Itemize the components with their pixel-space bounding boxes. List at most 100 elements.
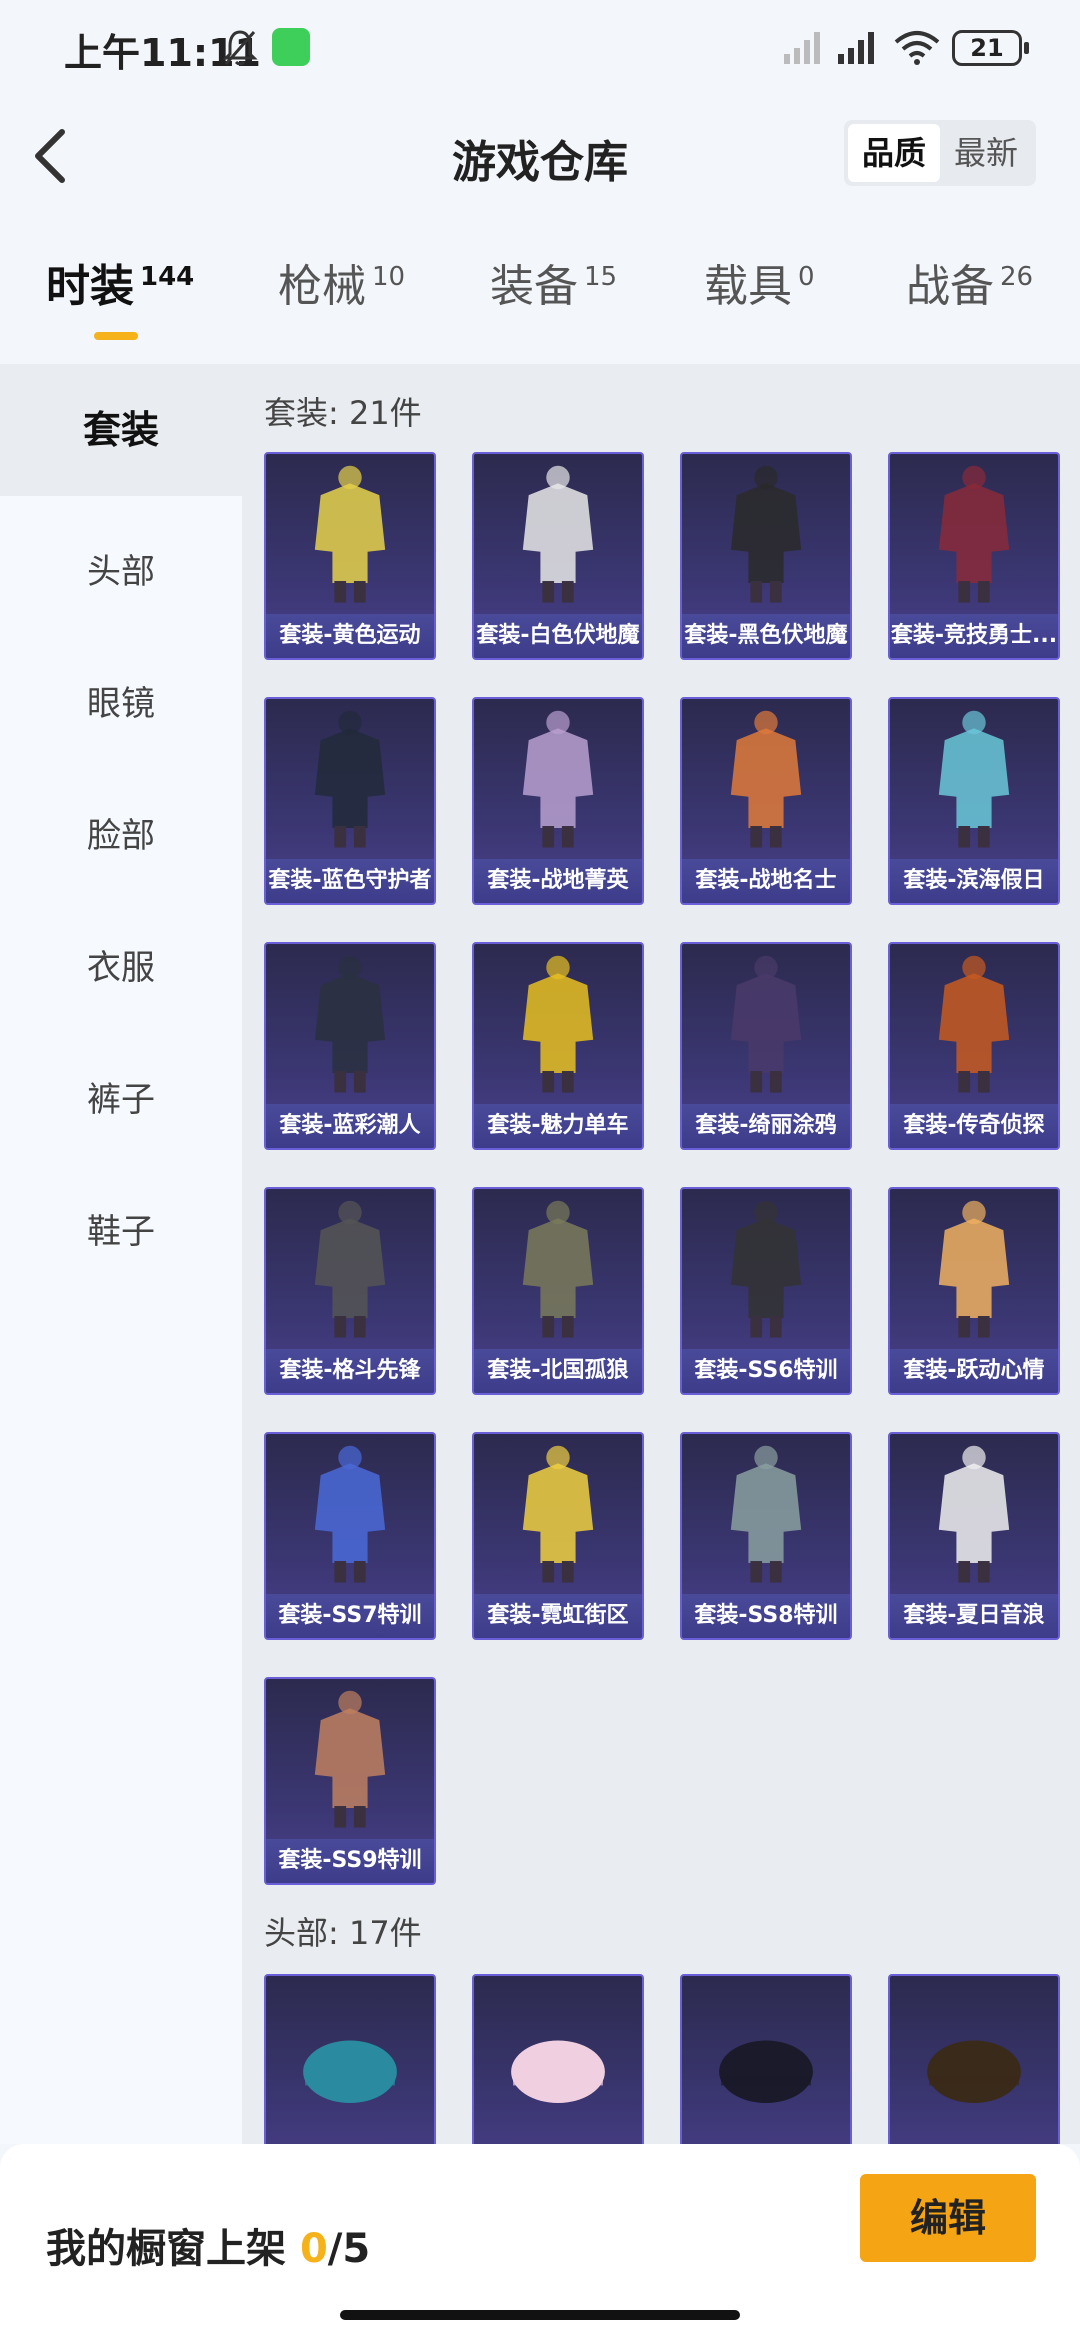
outfit-thumbnail-icon [938, 1200, 1010, 1338]
sidebar-item-shoes[interactable]: 鞋子 [0, 1204, 242, 1253]
item-card-label: 套装-SS8特训 [682, 1594, 850, 1638]
outfit-thumbnail-icon [730, 1200, 802, 1338]
outfit-thumbnail-icon [730, 1445, 802, 1583]
sidebar-item-pants[interactable]: 裤子 [0, 1072, 242, 1121]
sidebar: 套装 头部 眼镜 脸部 衣服 裤子 鞋子 [0, 364, 242, 2144]
sidebar-item-clothes[interactable]: 衣服 [0, 940, 242, 989]
item-card-label: 套装-夏日音浪 [890, 1594, 1058, 1638]
item-card[interactable]: 套装-滨海假日 [888, 697, 1060, 905]
item-card[interactable] [680, 1974, 852, 2144]
edit-button[interactable]: 编辑 [860, 2174, 1036, 2262]
sort-toggle: 品质 最新 [844, 120, 1036, 186]
item-card-label: 套装-蓝彩潮人 [266, 1104, 434, 1148]
tab-supplies[interactable]: 战备 26 [906, 250, 1033, 314]
tab-equipment[interactable]: 装备 15 [490, 250, 617, 314]
tab-label: 枪械 [278, 261, 366, 312]
signal-hd-icon [838, 32, 874, 64]
status-bar: 上午11:11 21 [0, 0, 1080, 96]
bell-off-icon [222, 30, 258, 66]
signal-icon [784, 32, 820, 64]
tab-vehicles[interactable]: 载具 0 [704, 250, 815, 314]
headwear-thumbnail-icon [927, 2040, 1021, 2104]
item-card[interactable]: 套装-绮丽涂鸦 [680, 942, 852, 1150]
item-card-label: 套装-霓虹街区 [474, 1594, 642, 1638]
tab-guns[interactable]: 枪械 10 [278, 250, 405, 314]
item-card[interactable]: 套装-跃动心情 [888, 1187, 1060, 1395]
item-card[interactable]: 套装-魅力单车 [472, 942, 644, 1150]
outfit-thumbnail-icon [938, 710, 1010, 848]
item-card[interactable]: 套装-北国孤狼 [472, 1187, 644, 1395]
home-indicator[interactable] [340, 2310, 740, 2320]
outfit-thumbnail-icon [314, 465, 386, 603]
category-tabs: 时装 144 枪械 10 装备 15 载具 0 战备 26 [0, 250, 1080, 362]
tab-fashion[interactable]: 时装 144 [46, 250, 194, 314]
item-card[interactable]: 套装-黑色伏地魔 [680, 452, 852, 660]
item-grid: 套装: 21件 头部: 17件 套装-黄色运动 套装-白色伏地魔 套装-黑色伏地魔套… [242, 364, 1080, 2144]
item-card-label: 套装-跃动心情 [890, 1349, 1058, 1393]
header: 游戏仓库 品质 最新 [0, 96, 1080, 216]
headwear-thumbnail-icon [303, 2040, 397, 2104]
tab-label: 载具 [704, 261, 792, 312]
item-card[interactable] [264, 1974, 436, 2144]
item-card[interactable]: 套装-霓虹街区 [472, 1432, 644, 1640]
outfit-thumbnail-icon [938, 465, 1010, 603]
item-card-label: 套装-魅力单车 [474, 1104, 642, 1148]
item-card-label: 套装-竞技勇士... [890, 614, 1058, 658]
item-card[interactable]: 套装-蓝色守护者 [264, 697, 436, 905]
item-card-label: 套装-SS7特训 [266, 1594, 434, 1638]
item-card-label: 套装-格斗先锋 [266, 1349, 434, 1393]
sidebar-item-head[interactable]: 头部 [0, 544, 242, 593]
item-card-label: 套装-传奇侦探 [890, 1104, 1058, 1148]
showcase-label: 我的橱窗上架 [46, 2226, 300, 2272]
item-card-label: 套装-黄色运动 [266, 614, 434, 658]
tab-count: 26 [1000, 262, 1034, 293]
battery-indicator: 21 [952, 30, 1029, 66]
item-card-label: 套装-北国孤狼 [474, 1349, 642, 1393]
item-card[interactable]: 套装-战地菁英 [472, 697, 644, 905]
item-card[interactable]: 套装-蓝彩潮人 [264, 942, 436, 1150]
tab-count: 144 [140, 262, 195, 293]
tab-label: 装备 [490, 261, 578, 312]
wifi-icon [894, 31, 940, 65]
item-card-label: 套装-战地名士 [682, 859, 850, 903]
bottom-bar: 我的橱窗上架 0/5 编辑 [0, 2144, 1080, 2340]
sidebar-item-face[interactable]: 脸部 [0, 808, 242, 857]
item-card-label: 套装-战地菁英 [474, 859, 642, 903]
sidebar-item-suits[interactable]: 套装 [0, 364, 242, 496]
tab-count: 0 [798, 262, 815, 293]
item-card[interactable] [888, 1974, 1060, 2144]
headwear-thumbnail-icon [511, 2040, 605, 2104]
outfit-thumbnail-icon [730, 465, 802, 603]
tab-label: 战备 [906, 261, 994, 312]
item-card-label: 套装-滨海假日 [890, 859, 1058, 903]
outfit-thumbnail-icon [522, 1445, 594, 1583]
item-card-label: 套装-SS9特训 [266, 1839, 434, 1883]
item-card[interactable]: 套装-夏日音浪 [888, 1432, 1060, 1640]
item-card[interactable]: 套装-竞技勇士... [888, 452, 1060, 660]
item-card[interactable]: 套装-传奇侦探 [888, 942, 1060, 1150]
app-notification-icon [272, 28, 310, 66]
sort-quality[interactable]: 品质 [848, 124, 940, 182]
item-card[interactable]: 套装-SS8特训 [680, 1432, 852, 1640]
outfit-thumbnail-icon [938, 955, 1010, 1093]
item-card[interactable]: 套装-SS7特训 [264, 1432, 436, 1640]
showcase-total: /5 [327, 2226, 371, 2272]
item-card[interactable]: 套装-白色伏地魔 [472, 452, 644, 660]
item-card-label: 套装-蓝色守护者 [266, 859, 434, 903]
section-title-suits: 套装: 21件 [264, 394, 422, 432]
outfit-thumbnail-icon [522, 1200, 594, 1338]
item-card[interactable]: 套装-格斗先锋 [264, 1187, 436, 1395]
item-card[interactable]: 套装-SS6特训 [680, 1187, 852, 1395]
item-card[interactable]: 套装-战地名士 [680, 697, 852, 905]
outfit-thumbnail-icon [522, 465, 594, 603]
item-card[interactable] [472, 1974, 644, 2144]
outfit-thumbnail-icon [314, 710, 386, 848]
outfit-thumbnail-icon [314, 1690, 386, 1828]
item-card[interactable]: 套装-SS9特训 [264, 1677, 436, 1885]
sort-newest[interactable]: 最新 [940, 124, 1032, 182]
active-tab-indicator [94, 332, 138, 340]
sidebar-item-glasses[interactable]: 眼镜 [0, 676, 242, 725]
item-card[interactable]: 套装-黄色运动 [264, 452, 436, 660]
item-card-label: 套装-SS6特训 [682, 1349, 850, 1393]
section-title-head: 头部: 17件 [264, 1914, 422, 1952]
